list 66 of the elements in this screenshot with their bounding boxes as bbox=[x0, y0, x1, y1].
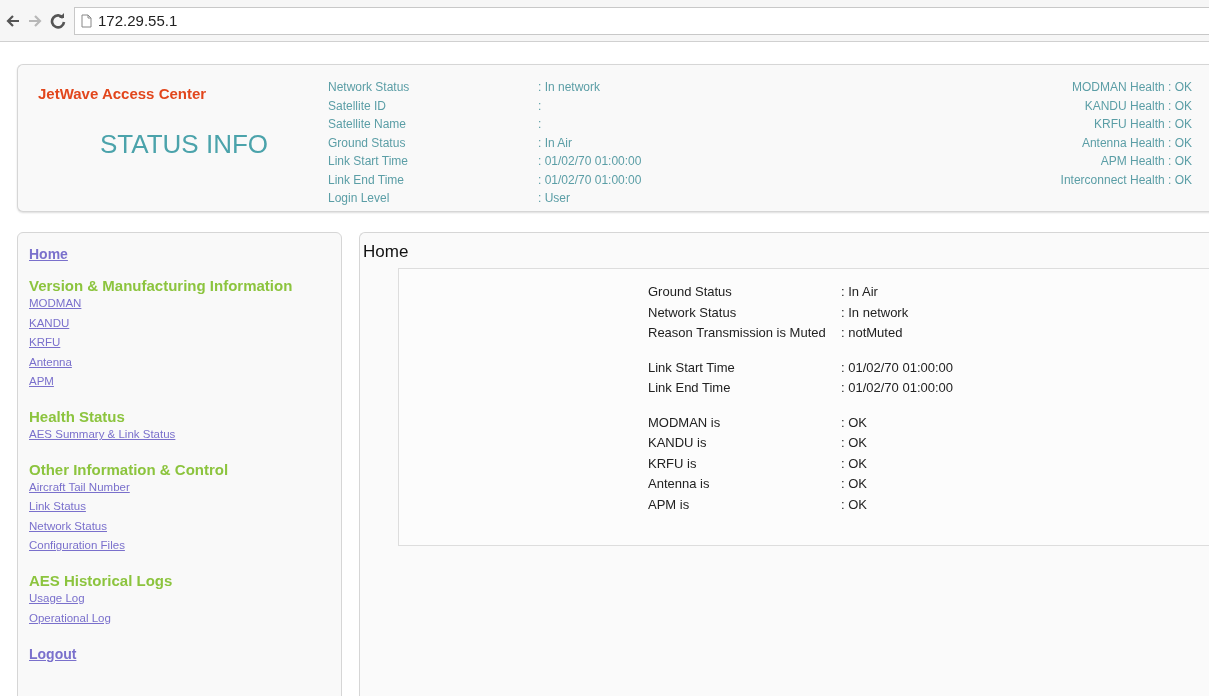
status-value: : OK bbox=[841, 495, 868, 514]
status-label: Reason Transmission is Muted bbox=[648, 324, 827, 342]
status-value: : OK bbox=[841, 454, 868, 473]
status-label: Ground Status bbox=[648, 283, 733, 301]
status-value: : 01/02/70 01:00:00 bbox=[841, 379, 955, 397]
panel-title: Home bbox=[363, 242, 409, 262]
section-heading: AES Historical Logs bbox=[29, 572, 173, 589]
page-heading: STATUS INFO bbox=[100, 129, 269, 160]
field-label: Satellite ID bbox=[328, 97, 388, 115]
section-heading: Version & Manufacturing Information bbox=[29, 278, 293, 294]
nav-link[interactable]: Home bbox=[29, 246, 68, 262]
status-label: Link End Time bbox=[648, 379, 732, 397]
section-heading: Other Information & Control bbox=[29, 461, 229, 478]
nav-link[interactable]: Usage Log bbox=[29, 588, 85, 609]
field-value: : bbox=[538, 97, 543, 115]
nav-link[interactable]: KRFU bbox=[29, 333, 61, 353]
health-status: KRFU Health : OK bbox=[1093, 116, 1192, 133]
status-label: Antenna is bbox=[648, 475, 711, 493]
field-label: Network Status bbox=[328, 79, 411, 96]
field-value: : 01/02/70 01:00:00 bbox=[538, 171, 642, 189]
status-value: : OK bbox=[841, 434, 868, 452]
status-label: APM is bbox=[648, 495, 691, 514]
health-status: Antenna Health : OK bbox=[1081, 134, 1192, 152]
field-value: : In network bbox=[538, 79, 602, 96]
nav-link[interactable]: Logout bbox=[29, 646, 77, 663]
field-value: : In Air bbox=[538, 134, 573, 152]
status-label: Network Status bbox=[648, 303, 738, 322]
nav-link[interactable]: KANDU bbox=[29, 313, 70, 334]
field-value: : User bbox=[538, 190, 571, 207]
field-value: : bbox=[538, 116, 543, 133]
nav-link[interactable]: Aircraft Tail Number bbox=[29, 477, 130, 498]
field-label: Login Level bbox=[328, 190, 391, 207]
status-label: Link Start Time bbox=[648, 358, 736, 377]
status-value: : In network bbox=[841, 303, 910, 322]
nav-link[interactable]: AES Summary & Link Status bbox=[29, 424, 176, 445]
left-arrow-icon[interactable] bbox=[6, 13, 20, 28]
status-value: : In Air bbox=[841, 283, 879, 301]
status-label: KRFU is bbox=[648, 454, 698, 473]
brand-title: JetWave Access Center bbox=[38, 85, 207, 102]
nav-link[interactable]: Configuration Files bbox=[29, 536, 125, 556]
nav-link[interactable]: Link Status bbox=[29, 497, 86, 517]
url-text: 172.29.55.1 bbox=[98, 12, 178, 29]
status-label: KANDU is bbox=[648, 434, 708, 452]
field-label: Ground Status bbox=[328, 134, 407, 152]
field-label: Link Start Time bbox=[328, 153, 410, 170]
health-status: MODMAN Health : OK bbox=[1071, 79, 1192, 96]
address-bar[interactable]: 172.29.55.1 bbox=[74, 6, 1209, 35]
health-status: APM Health : OK bbox=[1100, 153, 1192, 170]
status-value: : OK bbox=[841, 413, 868, 432]
health-status: Interconnect Health : OK bbox=[1060, 171, 1192, 189]
status-value: : OK bbox=[841, 475, 868, 493]
nav-link[interactable]: APM bbox=[29, 372, 54, 392]
nav-link[interactable]: MODMAN bbox=[29, 294, 82, 314]
reload-icon[interactable] bbox=[50, 12, 66, 29]
field-label: Link End Time bbox=[328, 171, 406, 189]
nav-link[interactable]: Antenna bbox=[29, 352, 72, 373]
status-label: MODMAN is bbox=[648, 413, 722, 432]
status-value: : notMuted bbox=[841, 324, 904, 342]
nav-link[interactable]: Network Status bbox=[29, 516, 107, 537]
field-label: Satellite Name bbox=[328, 116, 408, 133]
section-heading: Health Status bbox=[29, 408, 125, 425]
page-icon bbox=[81, 13, 92, 28]
status-value: : 01/02/70 01:00:00 bbox=[841, 358, 955, 377]
health-status: KANDU Health : OK bbox=[1084, 97, 1192, 115]
field-value: : 01/02/70 01:00:00 bbox=[538, 153, 642, 170]
nav-link[interactable]: Operational Log bbox=[29, 608, 111, 629]
